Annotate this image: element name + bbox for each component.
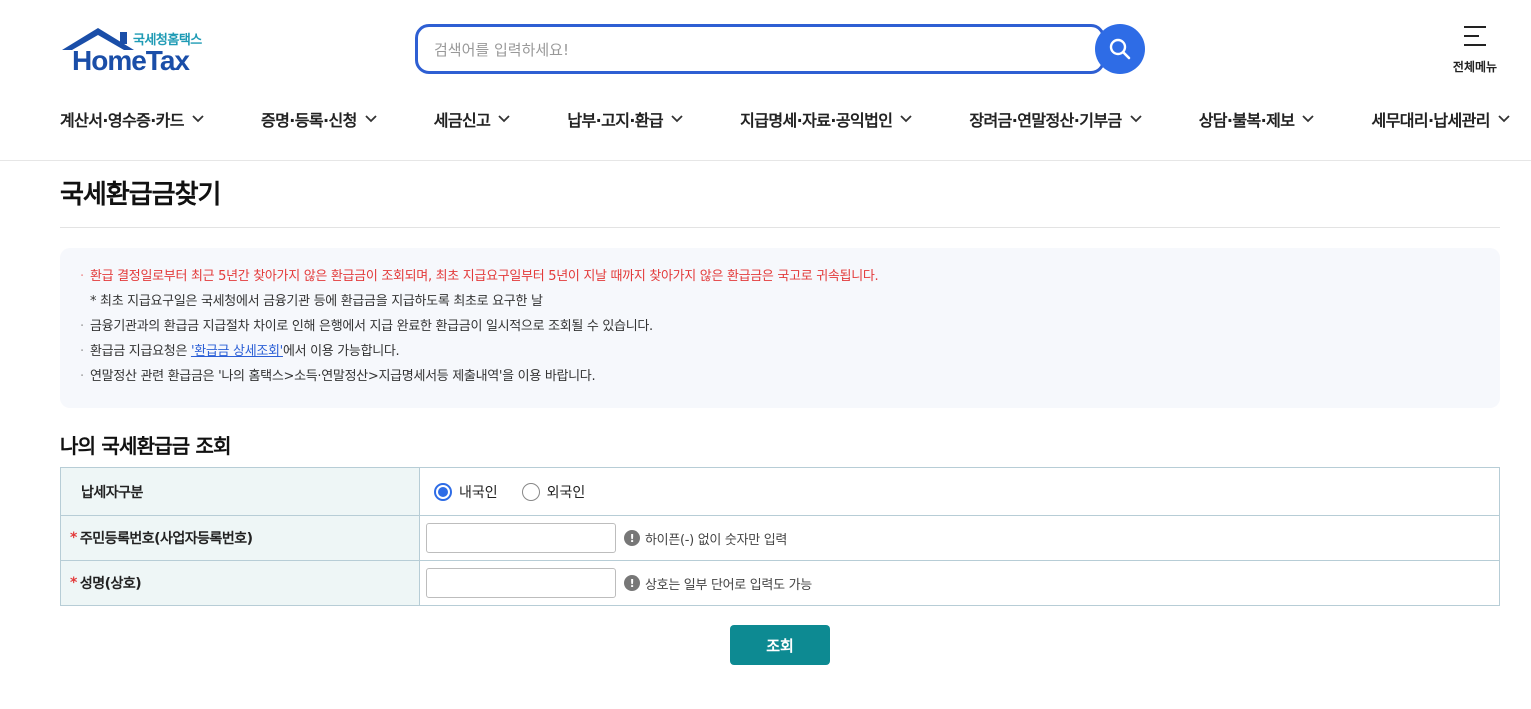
name-hint: ! 상호는 일부 단어로 입력도 가능 <box>624 574 812 593</box>
logo-title: HomeTax <box>72 45 190 76</box>
chevron-down-icon <box>365 115 377 123</box>
notice-line: * 최초 지급요구일은 국세청에서 금융기관 등에 환급금을 지급하도록 최초로… <box>80 291 1500 316</box>
search-button[interactable] <box>1095 24 1145 74</box>
nav-item-label: 세금신고 <box>433 111 491 130</box>
search-icon <box>1109 38 1131 60</box>
radio-domestic[interactable]: 내국인 <box>434 482 498 502</box>
nav-item-tax-filing[interactable]: 세금신고 <box>434 107 510 131</box>
id-number-label-text: 주민등록번호(사업자등록번호) <box>79 531 253 547</box>
required-mark: * <box>70 530 77 546</box>
notice-text: 연말정산 관련 환급금은 '나의 홈택스>소득·연말정산>지급명세서등 제출내역… <box>90 369 596 384</box>
taxpayer-type-options: 내국인 외국인 <box>420 468 1499 515</box>
bullet-icon: · <box>80 369 84 384</box>
id-number-input[interactable] <box>426 523 616 553</box>
taxpayer-type-label: 납세자구분 <box>61 468 420 515</box>
exclamation-icon: ! <box>624 530 640 546</box>
id-number-label: * 주민등록번호(사업자등록번호) <box>61 516 420 560</box>
bullet-icon: · <box>80 269 84 284</box>
nav-item-label: 지급명세·자료·공익법인 <box>740 111 893 130</box>
notice-text: 환급 결정일로부터 최근 5년간 찾아가지 않은 환급금이 조회되며, 최초 지… <box>90 269 879 284</box>
radio-foreign-label: 외국인 <box>546 484 586 501</box>
all-menu-label: 전체메뉴 <box>1452 60 1498 74</box>
name-label: * 성명(상호) <box>61 561 420 605</box>
nav-item-label: 장려금·연말정산·기부금 <box>969 111 1122 130</box>
notice-line: · 연말정산 관련 환급금은 '나의 홈택스>소득·연말정산>지급명세서등 제출내… <box>80 366 1500 391</box>
required-mark: * <box>70 575 77 591</box>
hometax-logo[interactable]: 국세청홈택스 HomeTax <box>60 26 220 76</box>
notice-line: · 환급 결정일로부터 최근 5년간 찾아가지 않은 환급금이 조회되며, 최초 … <box>80 266 1500 291</box>
nav-item-certificate-registration[interactable]: 증명·등록·신청 <box>261 107 377 131</box>
section-title: 나의 국세환급금 조회 <box>60 434 232 458</box>
chevron-down-icon <box>1498 115 1510 123</box>
search-submit-button[interactable]: 조회 <box>730 625 830 665</box>
nav-item-payment-refund[interactable]: 납부·고지·환급 <box>567 107 683 131</box>
nav-item-label: 납부·고지·환급 <box>567 111 664 130</box>
nav-item-tax-agent[interactable]: 세무대리·납세관리 <box>1371 107 1510 131</box>
all-menu-button[interactable]: 전체메뉴 <box>1445 24 1505 75</box>
bullet-icon: · <box>80 344 84 359</box>
notice-line: · 환급금 지급요청은 '환급금 상세조회'에서 이용 가능합니다. <box>80 341 1500 366</box>
page-title: 국세환급금찾기 <box>60 180 221 210</box>
nav-item-label: 상담·불복·제보 <box>1198 111 1295 130</box>
notice-box: · 환급 결정일로부터 최근 5년간 찾아가지 않은 환급금이 조회되며, 최초 … <box>60 248 1500 408</box>
exclamation-icon: ! <box>624 575 640 591</box>
name-input[interactable] <box>426 568 616 598</box>
chevron-down-icon <box>192 115 204 123</box>
bullet-icon: · <box>80 319 84 334</box>
nav-item-label: 증명·등록·신청 <box>261 111 357 130</box>
notice-text: * 최초 지급요구일은 국세청에서 금융기관 등에 환급금을 지급하도록 최초로… <box>90 294 543 309</box>
nav-item-consultation-appeal[interactable]: 상담·불복·제보 <box>1199 107 1315 131</box>
chevron-down-icon <box>1129 115 1142 123</box>
chevron-down-icon <box>498 115 510 123</box>
radio-unchecked-icon <box>521 482 540 501</box>
form-row-id-number: * 주민등록번호(사업자등록번호) ! 하이픈(-) 없이 숫자만 입력 <box>61 515 1499 560</box>
notice-text: 에서 이용 가능합니다. <box>282 344 400 359</box>
id-number-hint: ! 하이픈(-) 없이 숫자만 입력 <box>624 529 787 548</box>
nav-item-incentive-year-end[interactable]: 장려금·연말정산·기부금 <box>969 107 1142 131</box>
nav-item-label: 세무대리·납세관리 <box>1371 111 1490 130</box>
notice-text: 금융기관과의 환급금 지급절차 차이로 인해 은행에서 지급 완료한 환급금이 … <box>90 319 653 334</box>
name-label-text: 성명(상호) <box>79 576 142 592</box>
radio-domestic-label: 내국인 <box>459 484 498 501</box>
refund-search-form: 납세자구분 내국인 외국인 * 주민등록번호(사업자등록번호) ! 하이픈(-) 없… <box>60 467 1500 606</box>
notice-text: 환급금 지급요청은 <box>90 344 191 359</box>
form-row-taxpayer-type: 납세자구분 내국인 외국인 <box>61 468 1499 515</box>
radio-checked-icon <box>434 482 452 501</box>
chevron-down-icon <box>671 115 683 123</box>
nav-item-payment-statement[interactable]: 지급명세·자료·공익법인 <box>740 107 912 131</box>
name-cell: ! 상호는 일부 단어로 입력도 가능 <box>420 561 1499 605</box>
title-divider <box>60 227 1500 228</box>
nav-item-label: 계산서·영수증·카드 <box>60 111 185 130</box>
notice-line: · 금융기관과의 환급금 지급절차 차이로 인해 은행에서 지급 완료한 환급금이… <box>80 316 1500 341</box>
nav-item-invoice-receipt-card[interactable]: 계산서·영수증·카드 <box>60 107 204 131</box>
hamburger-menu-icon <box>1464 26 1486 46</box>
search-input[interactable] <box>432 36 1036 64</box>
id-number-cell: ! 하이픈(-) 없이 숫자만 입력 <box>420 516 1499 560</box>
search-box <box>415 24 1105 74</box>
name-hint-text: 상호는 일부 단어로 입력도 가능 <box>645 577 812 593</box>
chevron-down-icon <box>1302 115 1315 123</box>
main-navigation: 계산서·영수증·카드 증명·등록·신청 세금신고 납부·고지·환급 지급명세·자… <box>60 107 1510 131</box>
chevron-down-icon <box>900 115 912 123</box>
id-number-hint-text: 하이픈(-) 없이 숫자만 입력 <box>645 532 788 548</box>
radio-foreign[interactable]: 외국인 <box>521 482 586 502</box>
form-row-name: * 성명(상호) ! 상호는 일부 단어로 입력도 가능 <box>61 560 1499 605</box>
refund-detail-link[interactable]: '환급금 상세조회' <box>191 344 283 359</box>
site-header: 국세청홈택스 HomeTax 전체메뉴 계산서·영수증·카드 증명·등록·신청 … <box>0 0 1531 161</box>
